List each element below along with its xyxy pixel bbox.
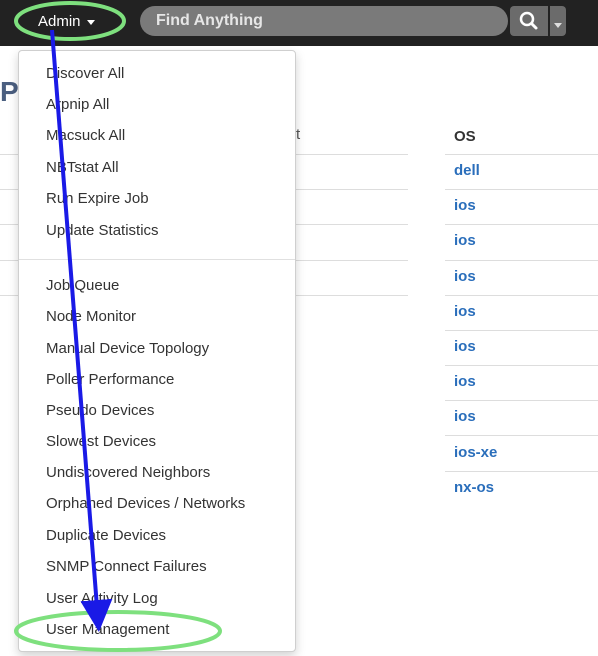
os-link[interactable]: ios <box>454 373 476 390</box>
admin-dropdown-menu: Discover All Arpnip All Macsuck All NBTs… <box>18 50 296 652</box>
os-link[interactable]: ios <box>454 408 476 425</box>
table-row-divider <box>445 400 598 401</box>
menu-item-pseudo-devices[interactable]: Pseudo Devices <box>46 398 154 424</box>
menu-item-nbtstat-all[interactable]: NBTstat All <box>46 155 119 181</box>
table-row-divider <box>445 295 598 296</box>
table-row-divider <box>445 471 598 472</box>
table-row-divider <box>445 224 598 225</box>
table-row-divider <box>445 154 598 155</box>
os-column-header: OS <box>454 128 476 145</box>
menu-item-update-statistics[interactable]: Update Statistics <box>46 218 159 244</box>
menu-item-snmp-connect-failures[interactable]: SNMP Connect Failures <box>46 554 207 580</box>
table-row-divider <box>445 330 598 331</box>
menu-item-arpnip-all[interactable]: Arpnip All <box>46 92 109 118</box>
table-row-divider <box>445 365 598 366</box>
menu-item-user-activity-log[interactable]: User Activity Log <box>46 586 158 612</box>
search-button[interactable] <box>510 6 548 36</box>
caret-down-icon <box>86 19 95 25</box>
os-link[interactable]: ios <box>454 338 476 355</box>
menu-item-poller-performance[interactable]: Poller Performance <box>46 367 174 393</box>
menu-item-discover-all[interactable]: Discover All <box>46 61 124 87</box>
navbar: Admin <box>0 0 598 46</box>
search-input[interactable] <box>140 6 508 36</box>
menu-item-undiscovered-neighbors[interactable]: Undiscovered Neighbors <box>46 460 210 486</box>
table-row-divider <box>445 435 598 436</box>
menu-divider <box>19 259 295 260</box>
os-link[interactable]: ios <box>454 303 476 320</box>
search-icon <box>519 11 538 30</box>
os-link[interactable]: ios <box>454 232 476 249</box>
menu-item-user-management[interactable]: User Management <box>46 617 169 643</box>
menu-item-macsuck-all[interactable]: Macsuck All <box>46 123 125 149</box>
caret-down-icon <box>554 23 562 28</box>
os-link[interactable]: ios-xe <box>454 444 497 461</box>
menu-item-node-monitor[interactable]: Node Monitor <box>46 304 136 330</box>
os-link[interactable]: ios <box>454 268 476 285</box>
menu-item-slowest-devices[interactable]: Slowest Devices <box>46 429 156 455</box>
column-header: t <box>296 126 301 143</box>
menu-item-duplicate-devices[interactable]: Duplicate Devices <box>46 523 166 549</box>
table-row-divider <box>445 260 598 261</box>
admin-label: Admin <box>38 13 81 30</box>
menu-item-manual-device-topology[interactable]: Manual Device Topology <box>46 336 209 362</box>
menu-item-run-expire-job[interactable]: Run Expire Job <box>46 186 149 212</box>
admin-menu-button[interactable]: Admin <box>38 9 95 35</box>
table-row-divider <box>445 189 598 190</box>
page-title: P <box>0 76 19 107</box>
menu-item-job-queue[interactable]: Job Queue <box>46 273 119 299</box>
os-link[interactable]: nx-os <box>454 479 494 496</box>
os-link[interactable]: dell <box>454 162 480 179</box>
os-link[interactable]: ios <box>454 197 476 214</box>
menu-item-orphaned-devices-networks[interactable]: Orphaned Devices / Networks <box>46 491 245 517</box>
search-options-button[interactable] <box>550 6 566 36</box>
